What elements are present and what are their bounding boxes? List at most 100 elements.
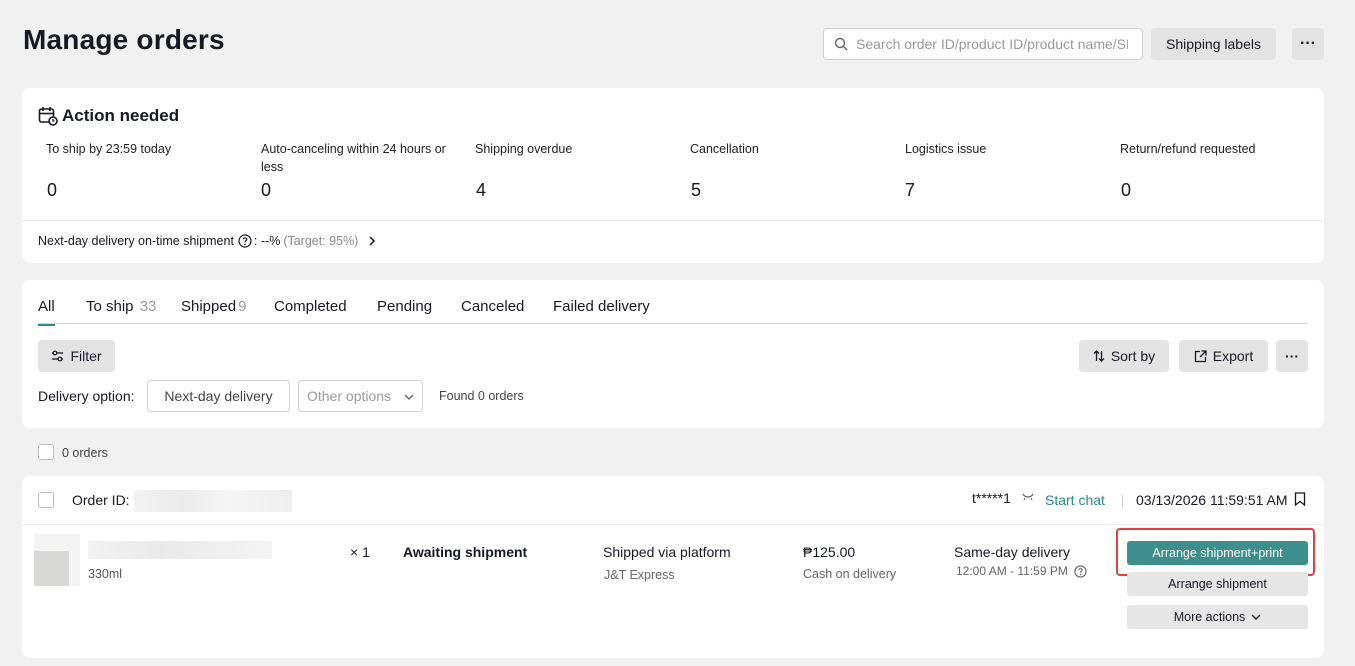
product-quantity: × 1 [350, 544, 370, 560]
other-options-select[interactable]: Other options [298, 380, 423, 412]
metric-value: 0 [47, 180, 58, 200]
more-options-button[interactable]: ··· [1292, 28, 1324, 60]
ontime-target: (Target: 95%) [283, 234, 359, 248]
order-card: Order ID: t*****1 Start chat 03/13/2026 … [22, 476, 1324, 658]
more-actions-label: More actions [1173, 610, 1246, 624]
divider [22, 220, 1324, 221]
search-box[interactable] [823, 28, 1143, 60]
metric-value: 7 [905, 180, 916, 200]
arrange-shipment-print-button[interactable]: Arrange shipment+print [1127, 541, 1308, 565]
more-actions-button[interactable]: More actions [1127, 605, 1308, 629]
ontime-shipment-row[interactable]: Next-day delivery on-time shipment : --%… [38, 234, 380, 248]
product-variant: 330ml [88, 567, 123, 581]
metric-auto-canceling[interactable]: Auto-canceling within 24 hours or less 0 [261, 140, 451, 200]
tab-count: 9 [238, 298, 247, 315]
selected-orders-count: 0 orders [62, 446, 108, 460]
metric-label: Logistics issue [905, 142, 987, 156]
order-tabs: All To ship 33 Shipped 9 Completed Pendin… [38, 298, 1308, 326]
tab-label: Canceled [461, 298, 525, 315]
action-needed-card: Action needed To ship by 23:59 today 0 A… [22, 88, 1324, 263]
action-needed-title: Action needed [38, 106, 179, 126]
order-status: Awaiting shipment [403, 544, 528, 560]
separator [1122, 495, 1123, 507]
metric-label: Shipping overdue [475, 142, 573, 156]
tab-canceled[interactable]: Canceled [461, 298, 524, 324]
order-id-redacted [134, 490, 292, 512]
help-icon[interactable] [238, 234, 252, 248]
tab-shipped[interactable]: Shipped 9 [181, 298, 246, 324]
shipping-method: Shipped via platform [603, 544, 731, 560]
filter-button[interactable]: Filter [38, 340, 115, 372]
metric-value: 0 [1121, 180, 1132, 200]
tab-label: Completed [274, 298, 347, 315]
sort-by-label: Sort by [1110, 348, 1156, 364]
metric-label: Return/refund requested [1120, 142, 1256, 156]
order-id-label: Order ID: [72, 492, 130, 508]
chevron-right-icon[interactable] [366, 235, 378, 247]
tab-label: To ship [86, 298, 134, 315]
product-name-redacted [88, 541, 272, 559]
action-needed-label: Action needed [62, 106, 180, 125]
tab-all[interactable]: All [38, 298, 55, 326]
shipping-carrier: J&T Express [604, 568, 675, 582]
chevron-down-icon [1251, 614, 1261, 620]
tab-count: 33 [139, 298, 157, 315]
ontime-value: : --% [253, 234, 281, 248]
delivery-window-text: 12:00 AM - 11:59 PM [956, 564, 1068, 578]
metric-value: 4 [476, 180, 487, 200]
tab-label: Pending [377, 298, 433, 315]
search-icon [834, 37, 848, 51]
other-options-label: Other options [307, 388, 392, 404]
tab-pending[interactable]: Pending [377, 298, 432, 324]
buyer-name: t*****1 [972, 490, 1011, 506]
ontime-label: Next-day delivery on-time shipment [38, 234, 234, 248]
top-bar: Manage orders Shipping labels ··· [0, 0, 1355, 86]
order-checkbox[interactable] [38, 492, 54, 508]
tab-label: Shipped [181, 298, 237, 315]
tab-label: Failed delivery [553, 298, 650, 315]
tab-failed-delivery[interactable]: Failed delivery [553, 298, 650, 324]
bookmark-icon[interactable] [1294, 492, 1306, 506]
divider [22, 524, 1324, 525]
order-price: ₱125.00 [803, 544, 856, 560]
tab-label: All [38, 298, 55, 315]
next-day-delivery-chip[interactable]: Next-day delivery [147, 380, 290, 412]
metric-to-ship-today[interactable]: To ship by 23:59 today 0 [46, 140, 246, 200]
order-date: 03/13/2026 11:59:51 AM [1136, 492, 1288, 508]
shipping-labels-button[interactable]: Shipping labels [1151, 28, 1276, 60]
sort-by-button[interactable]: Sort by [1079, 340, 1169, 372]
sort-icon [1093, 350, 1105, 362]
metric-value: 5 [691, 180, 702, 200]
metric-label: To ship by 23:59 today [46, 142, 172, 156]
help-icon[interactable] [1074, 564, 1087, 578]
export-icon [1194, 349, 1207, 362]
tab-to-ship[interactable]: To ship 33 [86, 298, 156, 324]
metric-cancellation[interactable]: Cancellation 5 [690, 140, 890, 200]
metric-return-refund[interactable]: Return/refund requested 0 [1120, 140, 1320, 200]
filter-label: Filter [70, 348, 102, 364]
product-image [34, 551, 69, 586]
metric-logistics-issue[interactable]: Logistics issue 7 [905, 140, 1105, 200]
chevron-down-icon [404, 394, 414, 400]
arrange-shipment-button[interactable]: Arrange shipment [1127, 572, 1308, 596]
calendar-clock-icon [38, 107, 58, 126]
tab-completed[interactable]: Completed [274, 298, 347, 324]
metric-value: 0 [261, 180, 272, 200]
payment-method: Cash on delivery [803, 567, 897, 581]
delivery-type: Same-day delivery [954, 544, 1070, 560]
export-label: Export [1212, 348, 1254, 364]
metric-shipping-overdue[interactable]: Shipping overdue 4 [475, 140, 675, 200]
export-button[interactable]: Export [1179, 340, 1268, 372]
metric-label: Cancellation [690, 142, 759, 156]
found-orders-count: Found 0 orders [439, 389, 524, 403]
buyer-badge-icon [1022, 493, 1034, 501]
page-title: Manage orders [23, 24, 225, 55]
search-input[interactable] [856, 36, 1128, 52]
orders-filter-card: All To ship 33 Shipped 9 Completed Pendin… [22, 280, 1324, 428]
orders-more-button[interactable]: ··· [1276, 340, 1308, 372]
delivery-option-label: Delivery option: [38, 388, 135, 404]
select-all-checkbox[interactable] [38, 444, 54, 460]
filter-icon [52, 350, 64, 362]
start-chat-link[interactable]: Start chat [1045, 492, 1105, 508]
metric-label: Auto-canceling within 24 hours or less [261, 142, 446, 174]
